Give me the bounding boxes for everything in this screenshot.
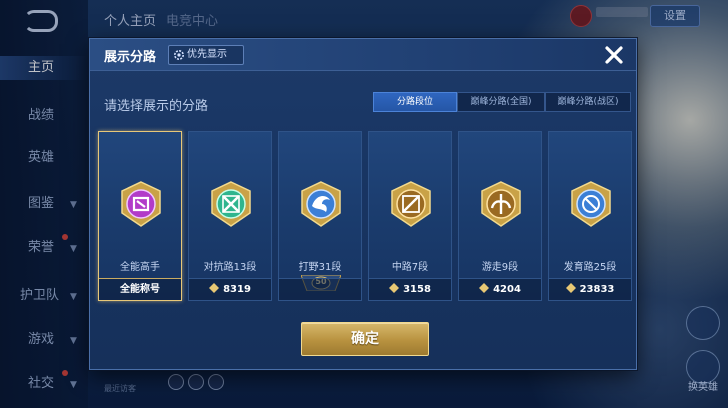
lane-points-value: 23833 bbox=[579, 284, 615, 295]
lane-display-modal: 展示分路 优先显示 请选择展示的分路 分路段位 巅峰分路(全国) 巅峰分路(战区… bbox=[89, 38, 637, 370]
lane-card-jungle[interactable]: 打野31段 50 bbox=[278, 131, 362, 301]
modal-title: 展示分路 bbox=[104, 50, 157, 65]
jungle-badge-icon bbox=[301, 181, 341, 227]
lane-points: 8319 bbox=[189, 278, 271, 300]
clash-lane-badge-icon bbox=[211, 181, 251, 227]
priority-display-button[interactable]: 优先显示 bbox=[168, 45, 244, 65]
lane-points: 4204 bbox=[459, 278, 541, 300]
lane-card-mid[interactable]: 中路7段 3158 bbox=[368, 131, 452, 301]
mid-lane-badge-icon bbox=[391, 181, 431, 227]
lane-points: 23833 bbox=[549, 278, 631, 300]
lane-card-roam[interactable]: 游走9段 4204 bbox=[458, 131, 542, 301]
lane-points: 3158 bbox=[369, 278, 451, 300]
tab-peak-national[interactable]: 巅峰分路(全国) bbox=[457, 92, 545, 112]
close-icon[interactable] bbox=[602, 43, 626, 67]
lane-card-title: 打野31段 bbox=[298, 262, 342, 273]
allround-badge-icon bbox=[121, 181, 161, 227]
lane-points bbox=[279, 278, 361, 300]
lane-card-title: 中路7段 bbox=[391, 262, 429, 273]
confirm-button[interactable]: 确定 bbox=[301, 322, 429, 356]
lane-card-title: 对抗路13段 bbox=[203, 262, 257, 273]
lane-points-value: 4204 bbox=[493, 284, 521, 295]
points-icon bbox=[389, 283, 400, 293]
lane-card-title: 发育路25段 bbox=[563, 262, 617, 273]
priority-display-label: 优先显示 bbox=[187, 49, 227, 60]
lane-card-farm[interactable]: 发育路25段 23833 bbox=[548, 131, 632, 301]
farm-lane-badge-icon bbox=[571, 181, 611, 227]
roam-badge-icon bbox=[481, 181, 521, 227]
allround-title-label: 全能称号 bbox=[99, 278, 181, 300]
tab-lane-rank[interactable]: 分路段位 bbox=[373, 92, 457, 112]
lane-points-value: 3158 bbox=[403, 284, 431, 295]
gear-icon bbox=[174, 50, 184, 60]
points-icon bbox=[209, 283, 220, 293]
lane-card-title: 游走9段 bbox=[481, 262, 519, 273]
points-icon bbox=[479, 283, 490, 293]
modal-header: 展示分路 优先显示 bbox=[90, 39, 636, 71]
tab-peak-region[interactable]: 巅峰分路(战区) bbox=[545, 92, 631, 112]
lane-points-value: 8319 bbox=[223, 284, 251, 295]
lane-card-clash[interactable]: 对抗路13段 8319 bbox=[188, 131, 272, 301]
lane-card-title: 全能高手 bbox=[120, 262, 160, 273]
modal-subtitle: 请选择展示的分路 bbox=[104, 99, 209, 114]
points-icon bbox=[565, 283, 576, 293]
lane-card-allround[interactable]: 全能高手 全能称号 bbox=[98, 131, 182, 301]
